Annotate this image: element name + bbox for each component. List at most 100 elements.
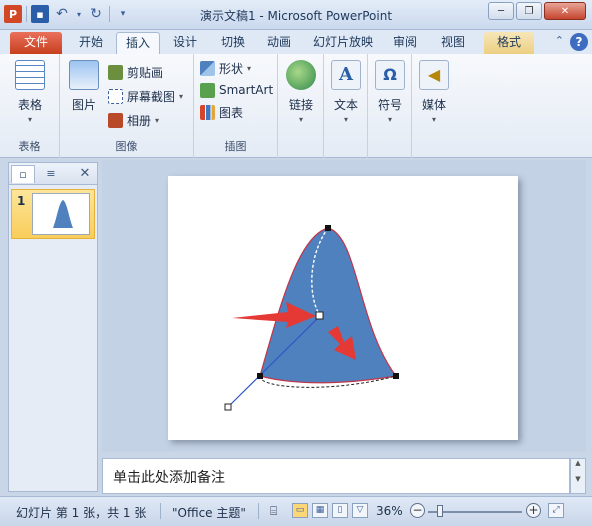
chart-button[interactable]: 图表 [200, 102, 243, 122]
tab-slideshow[interactable]: 幻灯片放映 [306, 32, 380, 54]
group-label-images: 图像 [115, 140, 138, 153]
normal-view-icon[interactable]: ▭ [292, 503, 308, 518]
dropdown-arrow-icon: ▾ [387, 115, 392, 124]
tab-review[interactable]: 审阅 [384, 32, 426, 54]
help-icon[interactable]: ? [570, 33, 588, 51]
handle-point-mid [315, 311, 324, 320]
photo-album-label: 相册 [127, 113, 152, 128]
slides-tab-icon[interactable]: ▫ [11, 165, 35, 183]
dropdown-arrow-icon: ▾ [431, 115, 436, 124]
group-links: 链接 ▾ [278, 54, 324, 158]
slide-count-status: 幻灯片 第 1 张，共 1 张 [16, 506, 147, 520]
zoom-in-icon[interactable]: + [526, 503, 541, 518]
clipart-button[interactable]: 剪贴画 [108, 62, 163, 82]
text-button[interactable]: A 文本 ▾ [326, 60, 366, 124]
fit-slide-icon[interactable]: ⤢ [548, 503, 564, 518]
notes-scrollbar[interactable]: ▲ ▼ [570, 458, 586, 494]
group-tables: 表格 ▾ 表格 [0, 54, 60, 158]
collapse-ribbon-icon[interactable]: ⌃ [555, 34, 564, 47]
status-divider [160, 503, 161, 519]
group-text: A 文本 ▾ [324, 54, 368, 158]
symbols-button[interactable]: Ω 符号 ▾ [370, 60, 410, 124]
ribbon: 表格 ▾ 表格 图片 剪贴画 屏幕截图 ▾ 相册 ▾ 图像 形状 ▾ Smart… [0, 54, 592, 158]
tab-view[interactable]: 视图 [432, 32, 474, 54]
minimize-button[interactable]: ─ [488, 2, 514, 20]
group-label-illustrations: 插图 [224, 140, 247, 153]
group-images: 图片 剪贴画 屏幕截图 ▾ 相册 ▾ 图像 [60, 54, 194, 158]
dropdown-arrow-icon: ▾ [27, 115, 32, 124]
chart-label: 图表 [219, 105, 244, 120]
omega-icon: Ω [375, 60, 405, 90]
smartart-button[interactable]: SmartArt [200, 80, 273, 100]
tab-design[interactable]: 设计 [164, 32, 206, 54]
slideshow-icon[interactable]: ▽ [352, 503, 368, 518]
table-button-label: 表格 [17, 98, 42, 112]
group-symbols: Ω 符号 ▾ [368, 54, 412, 158]
freeform-shape [259, 227, 398, 384]
zoom-out-icon[interactable]: − [410, 503, 425, 518]
photo-album-button[interactable]: 相册 ▾ [108, 110, 159, 130]
slide-sorter-icon[interactable]: ▦ [312, 503, 328, 518]
text-label: 文本 [333, 98, 358, 112]
media-button[interactable]: ◀ 媒体 ▾ [414, 60, 454, 124]
globe-icon [286, 60, 316, 90]
clipart-label: 剪贴画 [127, 65, 164, 80]
zoom-level[interactable]: 36% [376, 504, 403, 518]
theme-status: "Office 主题" [172, 506, 246, 520]
language-icon[interactable]: ⌸ [270, 504, 277, 519]
slide-thumbnail-1[interactable]: 1 [11, 189, 95, 239]
slide-number: 1 [17, 194, 26, 208]
slides-panel: ▫ ≡ ✕ 1 [8, 162, 98, 492]
screenshot-label: 屏幕截图 [127, 89, 176, 104]
slide-canvas[interactable] [168, 176, 518, 440]
group-illustrations: 形状 ▾ SmartArt 图表 插图 [194, 54, 278, 158]
symbols-label: 符号 [377, 98, 402, 112]
media-label: 媒体 [421, 98, 446, 112]
screenshot-button[interactable]: 屏幕截图 ▾ [108, 86, 183, 106]
clipart-icon [108, 64, 123, 80]
tab-file[interactable]: 文件 [10, 32, 62, 54]
status-bar: 幻灯片 第 1 张，共 1 张 "Office 主题" ⌸ ▭ ▦ ▯ ▽ 36… [0, 496, 592, 526]
dropdown-arrow-icon: ▾ [179, 91, 184, 101]
picture-button[interactable]: 图片 [64, 60, 104, 113]
smartart-label: SmartArt [219, 83, 274, 97]
shapes-label: 形状 [219, 61, 244, 76]
outline-tab-icon[interactable]: ≡ [39, 165, 63, 183]
reading-view-icon[interactable]: ▯ [332, 503, 348, 518]
zoom-slider-thumb[interactable] [437, 505, 443, 517]
tab-animations[interactable]: 动画 [258, 32, 300, 54]
links-label: 链接 [288, 98, 313, 112]
screenshot-icon [108, 88, 123, 104]
picture-icon [69, 60, 99, 90]
ribbon-tabs: 文件 开始 插入 设计 切换 动画 幻灯片放映 审阅 视图 格式 ⌃ ? [0, 30, 592, 54]
window-controls: ─ ❐ ✕ [488, 2, 586, 20]
close-button[interactable]: ✕ [544, 2, 586, 20]
chart-icon [200, 104, 215, 120]
dropdown-arrow-icon: ▾ [247, 63, 252, 73]
tab-transitions[interactable]: 切换 [212, 32, 254, 54]
title-bar: P ▪ ↶ ▾ ↻ ▾ 演示文稿1 - Microsoft PowerPoint… [0, 0, 592, 30]
links-button[interactable]: 链接 ▾ [281, 60, 321, 124]
photo-album-icon [108, 112, 123, 128]
slide-drawing [224, 225, 399, 411]
shapes-button[interactable]: 形状 ▾ [200, 58, 251, 78]
restore-button[interactable]: ❐ [516, 2, 542, 20]
tab-insert[interactable]: 插入 [116, 32, 160, 54]
notes-pane[interactable]: 单击此处添加备注 [102, 458, 570, 494]
group-media: ◀ 媒体 ▾ [412, 54, 456, 158]
status-divider [258, 503, 259, 519]
tab-home[interactable]: 开始 [70, 32, 112, 54]
dropdown-arrow-icon: ▾ [155, 115, 160, 125]
speaker-icon: ◀ [419, 60, 449, 90]
dropdown-arrow-icon: ▾ [343, 115, 348, 124]
handle-point-low [224, 403, 232, 411]
thumbnail-bell-shape [53, 200, 73, 228]
vertex-top [325, 225, 331, 231]
thumbnail-preview [32, 193, 90, 235]
vertex-left [257, 373, 263, 379]
close-panel-icon[interactable]: ✕ [73, 165, 97, 183]
table-button[interactable]: 表格 ▾ [10, 60, 50, 124]
tab-format[interactable]: 格式 [484, 32, 534, 54]
smartart-icon [200, 82, 215, 98]
table-icon [15, 60, 45, 90]
